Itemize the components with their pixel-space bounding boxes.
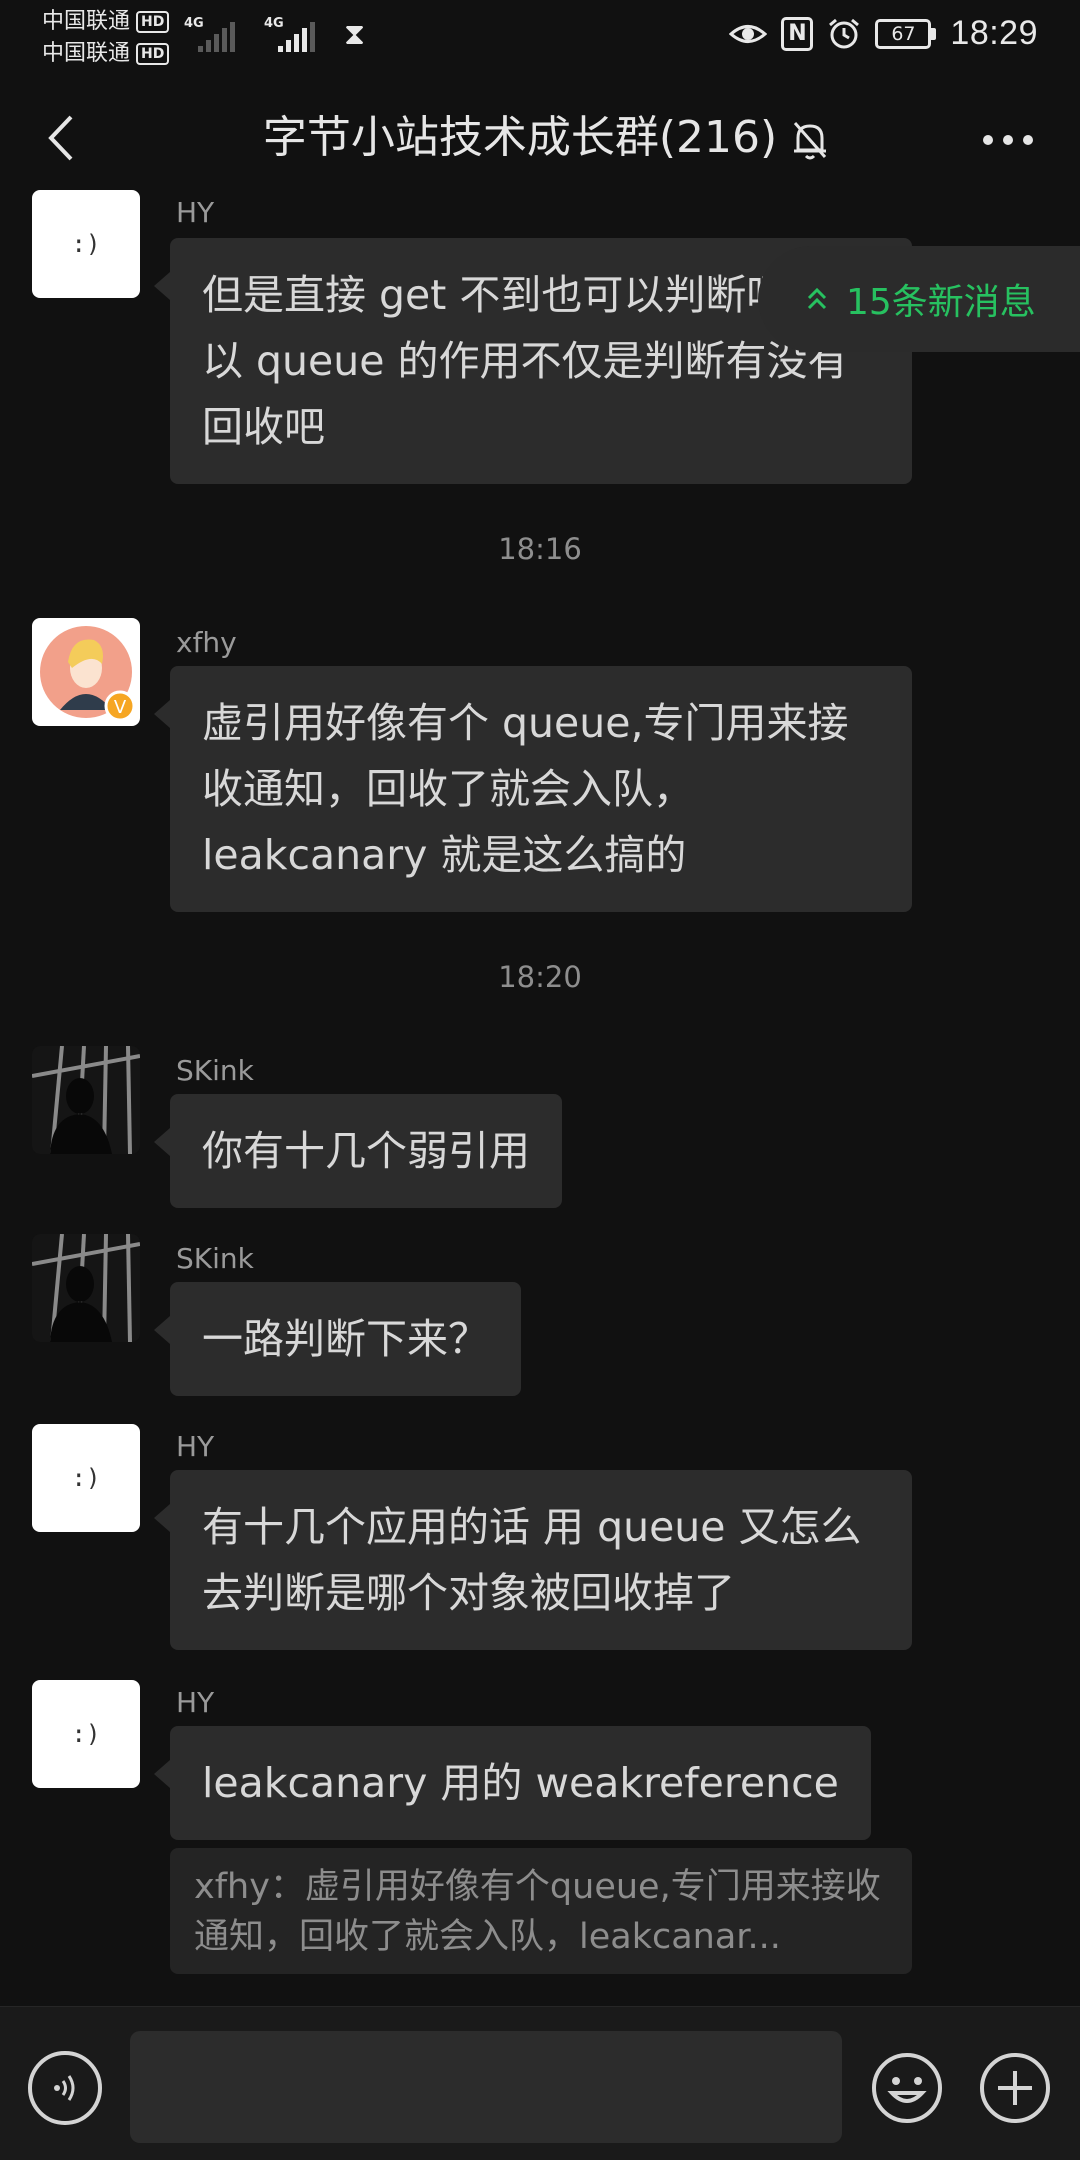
eye-icon: [729, 24, 768, 43]
sender-name: SKink: [176, 1054, 254, 1087]
quoted-message[interactable]: xfhy：虚引用好像有个queue,专门用来接收通知，回收了就会入队，leakc…: [170, 1848, 912, 1974]
verified-badge: V: [114, 697, 127, 718]
avatar[interactable]: V: [32, 618, 140, 726]
plus-icon: [980, 2053, 1050, 2123]
cartoon-avatar-icon: V: [40, 626, 136, 722]
voice-icon: [54, 2075, 75, 2101]
new-messages-label: 15条新消息: [846, 282, 1036, 323]
silhouette-avatar-icon: [32, 1234, 140, 1342]
avatar[interactable]: :): [32, 190, 140, 298]
avatar[interactable]: :): [32, 1424, 140, 1532]
nfc-icon: N: [781, 16, 814, 51]
message-bubble[interactable]: 虚引用好像有个 queue,专门用来接收通知，回收了就会入队，leakcanar…: [154, 666, 912, 912]
signal-indicators: 4G 4G ⧗: [184, 16, 370, 52]
message-bubble[interactable]: leakcanary 用的 weakreference: [154, 1726, 871, 1840]
double-chevron-up-icon: [807, 287, 827, 310]
sender-name: HY: [176, 196, 215, 229]
hourglass-icon: ⧗: [344, 17, 366, 52]
carrier-2: 中国联通: [42, 41, 131, 66]
alarm-icon: [829, 18, 860, 48]
message-bubble[interactable]: 有十几个应用的话 用 queue 又怎么去判断是哪个对象被回收掉了: [154, 1470, 912, 1650]
sender-name: HY: [176, 1430, 215, 1463]
silhouette-avatar-icon: [32, 1046, 140, 1154]
avatar-text: :): [71, 1720, 101, 1748]
emoji-button[interactable]: [870, 2051, 944, 2125]
battery-level: 67: [875, 18, 932, 49]
chat-header: 字节小站技术成长群(216): [0, 72, 1080, 204]
voice-button[interactable]: [28, 2051, 102, 2125]
avatar[interactable]: :): [32, 1680, 140, 1788]
avatar[interactable]: [32, 1046, 140, 1154]
new-messages-button[interactable]: 15条新消息: [758, 246, 1080, 352]
message-input[interactable]: [130, 2031, 842, 2143]
signal-icon: 4G: [184, 16, 242, 52]
input-bar: [0, 2006, 1080, 2160]
battery-icon: 67: [875, 18, 937, 49]
chat-title: 字节小站技术成长群(216): [262, 112, 778, 163]
sender-name: SKink: [176, 1242, 254, 1275]
timestamp: 18:16: [498, 532, 582, 566]
message-bubble[interactable]: 一路判断下来？: [154, 1282, 521, 1396]
add-button[interactable]: [978, 2051, 1052, 2125]
hd-badge: HD: [136, 11, 170, 33]
carrier-info: 中国联通 HD 中国联通 HD: [42, 6, 170, 70]
message-bubble[interactable]: 你有十几个弱引用: [154, 1094, 562, 1208]
timestamp: 18:20: [498, 960, 582, 994]
avatar-text: :): [71, 230, 101, 258]
status-time: 18:29: [950, 14, 1038, 52]
mute-bell-icon: [793, 122, 827, 160]
hd-badge: HD: [136, 43, 170, 65]
signal-icon: 4G: [264, 16, 322, 52]
more-dots-icon: [983, 135, 993, 145]
sender-name: HY: [176, 1686, 215, 1719]
avatar[interactable]: [32, 1234, 140, 1342]
sender-name: xfhy: [176, 626, 237, 659]
carrier-1: 中国联通: [42, 9, 131, 34]
status-icons: N 67 18:29: [729, 14, 1038, 53]
avatar-text: :): [71, 1464, 101, 1492]
status-bar: 中国联通 HD 中国联通 HD 4G 4G ⧗ N 67 18:29: [0, 0, 1080, 72]
emoji-icon: [872, 2053, 942, 2123]
more-button[interactable]: [972, 112, 1044, 168]
